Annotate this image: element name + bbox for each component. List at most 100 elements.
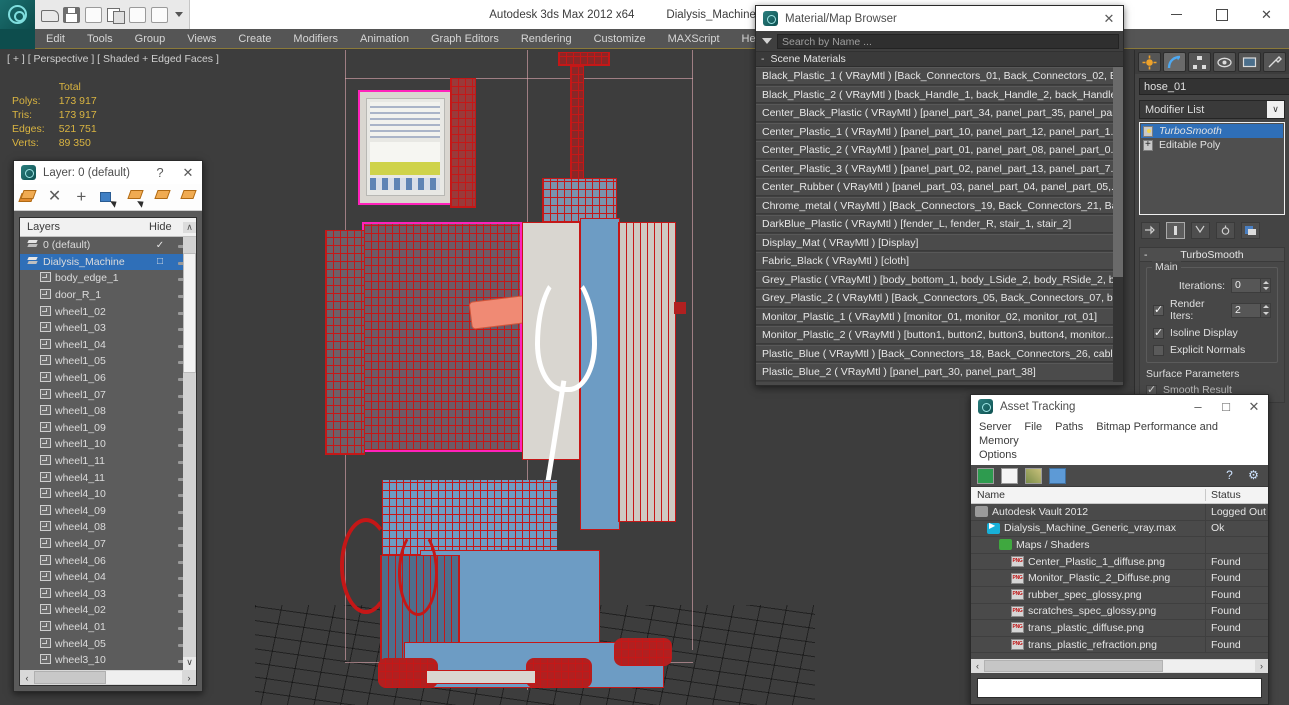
lightbulb-icon[interactable] bbox=[1143, 126, 1153, 137]
scene-materials-group-header[interactable]: - Scene Materials bbox=[756, 52, 1123, 67]
quick-access-dropdown-icon[interactable] bbox=[175, 12, 183, 17]
menu-item-customize[interactable]: Customize bbox=[583, 29, 657, 49]
material-list-item[interactable]: Plastic_Blue ( VRayMtl ) [Back_Connector… bbox=[756, 345, 1123, 363]
layer-hscroll-right-icon[interactable]: › bbox=[182, 673, 196, 683]
settings-icon[interactable]: ⚙ bbox=[1245, 468, 1262, 484]
asset-row[interactable]: trans_plastic_refraction.pngFound bbox=[971, 637, 1268, 654]
material-map-browser[interactable]: Material/Map Browser ✕ Search by Name ..… bbox=[755, 5, 1124, 386]
menu-item-group[interactable]: Group bbox=[124, 29, 177, 49]
material-list-scrollbar[interactable] bbox=[1113, 67, 1123, 382]
layer-row[interactable]: wheel1_08 bbox=[20, 403, 196, 420]
help-icon[interactable]: ? bbox=[1221, 468, 1238, 484]
layer-list-hscrollbar[interactable]: ‹ › bbox=[20, 670, 196, 685]
menu-item-create[interactable]: Create bbox=[227, 29, 282, 49]
layer-row-check[interactable]: □ bbox=[150, 256, 170, 267]
collapse-icon[interactable]: - bbox=[761, 53, 765, 65]
layer-row[interactable]: wheel1_04 bbox=[20, 337, 196, 354]
layer-row[interactable]: wheel1_09 bbox=[20, 420, 196, 437]
layer-list[interactable]: 0 (default)✓Dialysis_Machine□body_edge_1… bbox=[20, 237, 196, 670]
layer-row[interactable]: wheel1_07 bbox=[20, 386, 196, 403]
create-tab[interactable] bbox=[1138, 52, 1161, 72]
material-list-item[interactable]: Grey_Plastic ( VRayMtl ) [body_bottom_1,… bbox=[756, 271, 1123, 289]
search-input[interactable]: Search by Name ... bbox=[777, 34, 1119, 49]
layer-row[interactable]: wheel4_04 bbox=[20, 569, 196, 586]
material-list-item[interactable]: Center_Black_Plastic ( VRayMtl ) [panel_… bbox=[756, 104, 1123, 122]
refresh-icon[interactable] bbox=[977, 468, 994, 484]
layer-row[interactable]: wheel4_01 bbox=[20, 619, 196, 636]
modifier-stack[interactable]: TurboSmoothEditable Poly bbox=[1139, 122, 1285, 215]
material-list-item[interactable]: Fabric_Black ( VRayMtl ) [cloth] bbox=[756, 252, 1123, 270]
asset-tracking-close-button[interactable]: ✕ bbox=[1240, 399, 1268, 415]
plus-icon[interactable] bbox=[1143, 140, 1153, 151]
grid-view-icon[interactable] bbox=[1049, 468, 1066, 484]
menu-item-modifiers[interactable]: Modifiers bbox=[282, 29, 349, 49]
layer-row[interactable]: wheel4_05 bbox=[20, 635, 196, 652]
layer-hscroll-left-icon[interactable]: ‹ bbox=[20, 673, 34, 683]
layer-row[interactable]: wheel4_06 bbox=[20, 552, 196, 569]
asset-menu-paths[interactable]: Paths bbox=[1055, 421, 1083, 433]
material-list-item[interactable]: Plastic_Blue_2 ( VRayMtl ) [panel_part_3… bbox=[756, 363, 1123, 381]
menu-item-maxscript[interactable]: MAXScript bbox=[657, 29, 731, 49]
asset-row[interactable]: Maps / Shaders bbox=[971, 537, 1268, 554]
layer-row[interactable]: wheel3_09 bbox=[20, 668, 196, 670]
isoline-display-checkbox[interactable] bbox=[1153, 328, 1164, 339]
asset-tracking-grid[interactable]: Name Status Autodesk Vault 2012Logged Ou… bbox=[971, 487, 1268, 659]
layer-dialog-close-button[interactable]: ✕ bbox=[174, 165, 202, 181]
layer-dialog-help-button[interactable]: ? bbox=[146, 165, 174, 180]
render-iters-spinner[interactable]: 2 bbox=[1231, 303, 1271, 318]
open-file-icon[interactable] bbox=[41, 7, 58, 23]
layer-row[interactable]: wheel4_11 bbox=[20, 469, 196, 486]
material-list-item[interactable]: Center_Plastic_2 ( VRayMtl ) [panel_part… bbox=[756, 141, 1123, 159]
asset-grid-hscrollbar[interactable]: ‹ › bbox=[971, 659, 1268, 673]
material-list-item[interactable]: Black_Plastic_2 ( VRayMtl ) [back_Handle… bbox=[756, 86, 1123, 104]
layer-row[interactable]: wheel4_03 bbox=[20, 585, 196, 602]
layer-row[interactable]: wheel4_02 bbox=[20, 602, 196, 619]
viewport-label[interactable]: [ + ] [ Perspective ] [ Shaded + Edged F… bbox=[7, 53, 219, 65]
layer-row-check[interactable]: ✓ bbox=[150, 240, 170, 251]
material-list-item[interactable]: Center_Plastic_1 ( VRayMtl ) [panel_part… bbox=[756, 123, 1123, 141]
material-list-item[interactable]: Center_Plastic_3 ( VRayMtl ) [panel_part… bbox=[756, 160, 1123, 178]
modifier-list-dropdown[interactable]: Modifier List ∨ bbox=[1139, 100, 1285, 119]
modifier-stack-item[interactable]: TurboSmooth bbox=[1141, 124, 1283, 138]
close-button[interactable]: ✕ bbox=[1244, 0, 1289, 29]
layer-row[interactable]: wheel3_10 bbox=[20, 652, 196, 669]
layer-row[interactable]: wheel4_09 bbox=[20, 503, 196, 520]
layer-row[interactable]: wheel1_11 bbox=[20, 453, 196, 470]
layer-row[interactable]: wheel1_05 bbox=[20, 353, 196, 370]
layer-row[interactable]: wheel1_03 bbox=[20, 320, 196, 337]
thumbnail-view-icon[interactable] bbox=[1025, 468, 1042, 484]
list-view-icon[interactable] bbox=[1001, 468, 1018, 484]
explicit-normals-row[interactable]: Explicit Normals bbox=[1153, 344, 1271, 356]
menu-item-graph-editors[interactable]: Graph Editors bbox=[420, 29, 510, 49]
explicit-normals-checkbox[interactable] bbox=[1153, 345, 1164, 356]
add-selection-to-layer-icon[interactable] bbox=[154, 190, 170, 205]
menu-item-views[interactable]: Views bbox=[176, 29, 227, 49]
isoline-display-row[interactable]: Isoline Display bbox=[1153, 327, 1271, 339]
material-list-item[interactable]: DarkBlue_Plastic ( VRayMtl ) [fender_L, … bbox=[756, 215, 1123, 233]
turbosmooth-rollout-header[interactable]: - TurboSmooth bbox=[1139, 247, 1285, 262]
new-layer-icon[interactable] bbox=[20, 190, 36, 205]
render-iters-field[interactable]: 2 bbox=[1231, 303, 1261, 318]
asset-row[interactable]: Monitor_Plastic_2_Diffuse.pngFound bbox=[971, 570, 1268, 587]
asset-hscroll-right-icon[interactable]: › bbox=[1255, 661, 1268, 671]
select-highlighted-objects-icon[interactable] bbox=[127, 190, 143, 205]
layer-hscroll-thumb[interactable] bbox=[34, 671, 106, 684]
layer-row[interactable]: door_R_1 bbox=[20, 287, 196, 304]
layer-list-scroll-down-icon[interactable]: ∨ bbox=[183, 657, 196, 670]
asset-menu-options[interactable]: Options bbox=[979, 449, 1017, 461]
maximize-button[interactable] bbox=[1199, 0, 1244, 29]
dialysis-machine-model[interactable] bbox=[330, 50, 750, 705]
layer-row[interactable]: wheel1_02 bbox=[20, 303, 196, 320]
material-list-item[interactable]: Grey_Plastic_2 ( VRayMtl ) [Back_Connect… bbox=[756, 289, 1123, 307]
configure-modifier-sets-button[interactable] bbox=[1241, 222, 1260, 239]
asset-row[interactable]: Dialysis_Machine_Generic_vray.maxOk bbox=[971, 521, 1268, 538]
asset-row[interactable]: rubber_spec_glossy.pngFound bbox=[971, 587, 1268, 604]
layer-list-scroll-up-icon[interactable]: ∧ bbox=[183, 222, 196, 233]
delete-layer-icon[interactable]: ✕ bbox=[47, 190, 63, 205]
layer-row[interactable]: wheel4_07 bbox=[20, 536, 196, 553]
minimize-button[interactable] bbox=[1154, 0, 1199, 29]
layer-list-scroll-thumb[interactable] bbox=[183, 253, 196, 373]
undo-icon[interactable] bbox=[85, 7, 102, 23]
pin-stack-button[interactable] bbox=[1141, 222, 1160, 239]
material-browser-close-button[interactable]: ✕ bbox=[1095, 11, 1123, 27]
